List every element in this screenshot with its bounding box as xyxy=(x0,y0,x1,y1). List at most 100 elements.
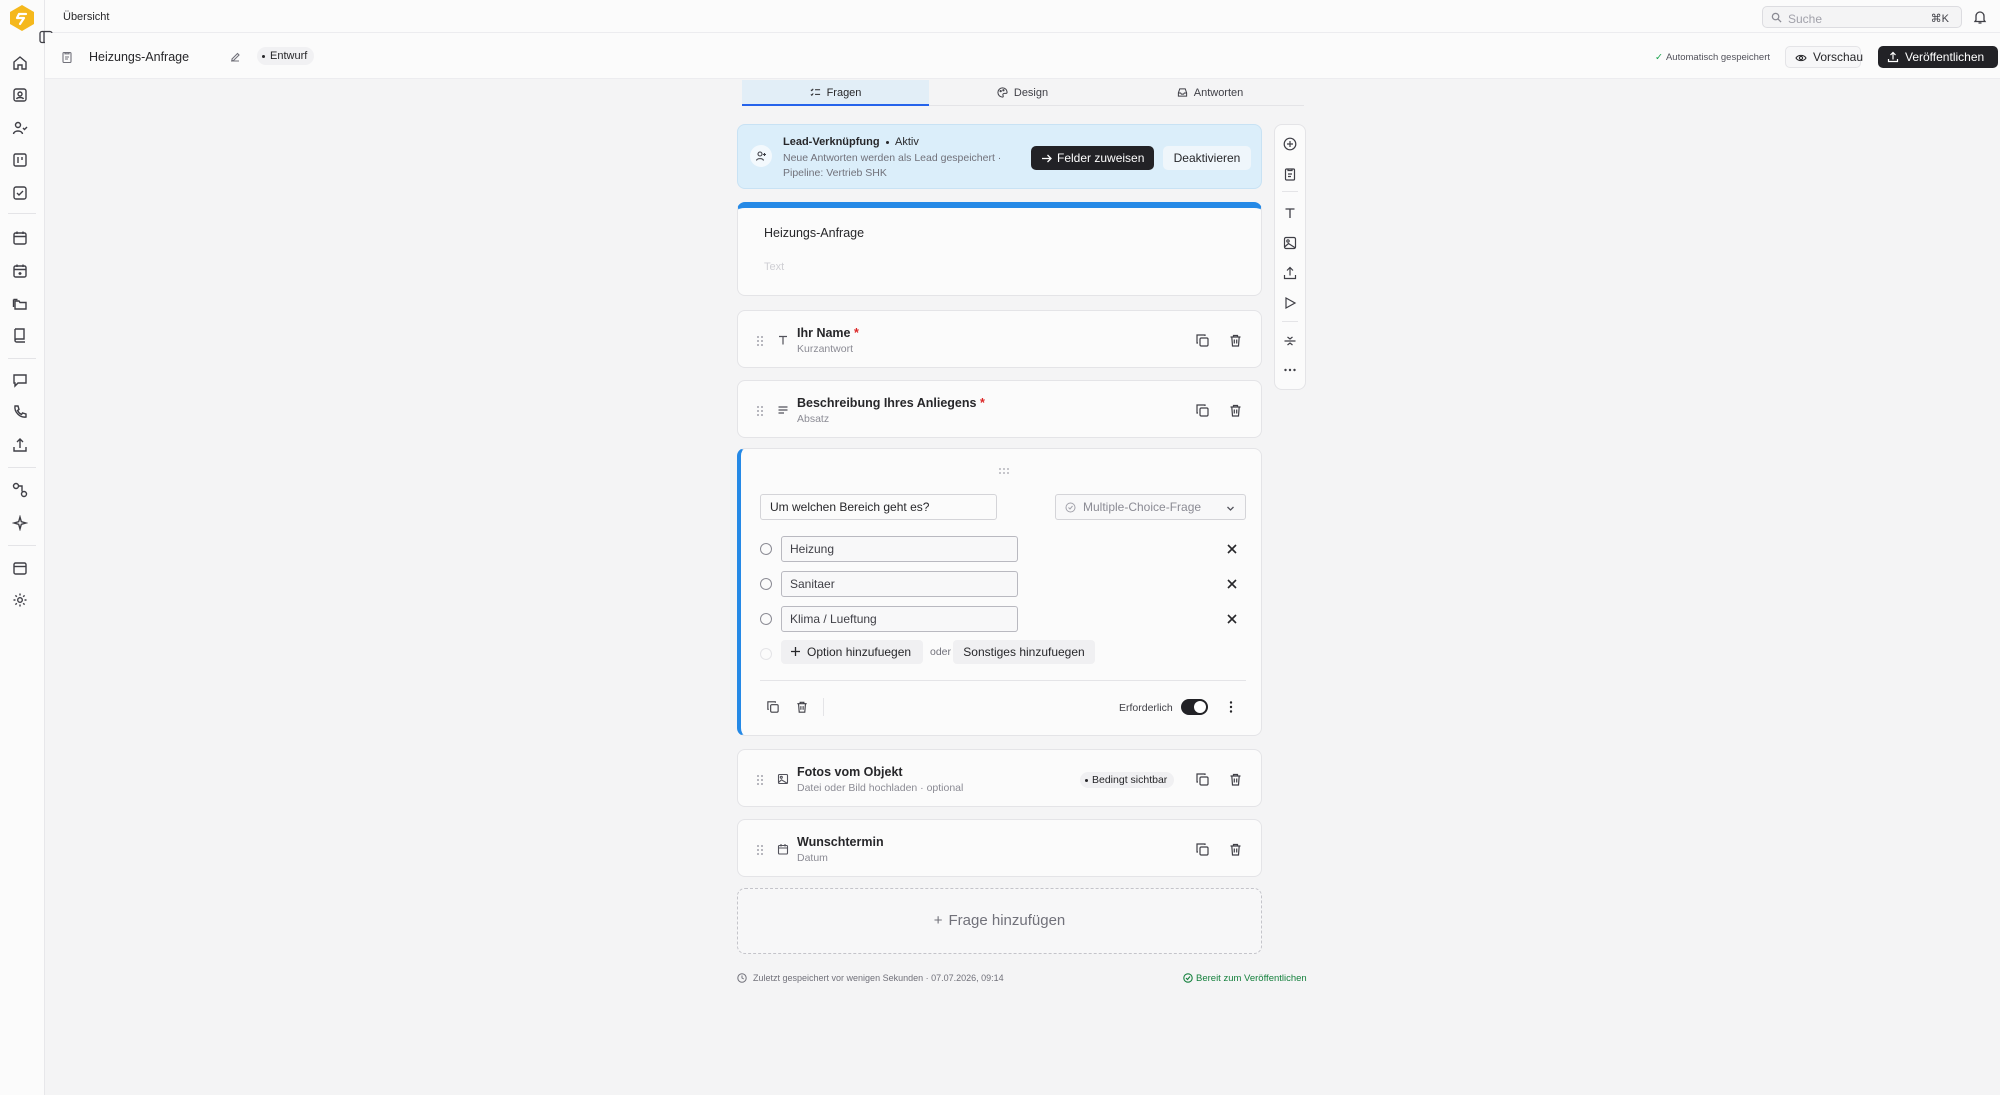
plus-icon xyxy=(790,646,801,657)
required-marker: * xyxy=(853,326,859,340)
sparkles-icon[interactable] xyxy=(12,515,28,531)
video-play-icon[interactable] xyxy=(1283,296,1297,310)
divider xyxy=(823,698,824,716)
trash-icon[interactable] xyxy=(1228,403,1243,418)
option-radio xyxy=(760,613,772,625)
plus-icon: + xyxy=(933,912,943,929)
image-icon[interactable] xyxy=(1283,236,1297,250)
deactivate-button[interactable]: Deaktivieren xyxy=(1163,146,1251,170)
assign-fields-button[interactable]: Felder zuweisen xyxy=(1031,146,1154,170)
tab-antworten[interactable]: Antworten xyxy=(1116,80,1304,106)
question-card[interactable]: Ihr Name * Kurzantwort xyxy=(737,310,1262,368)
form-card-title[interactable]: Heizungs-Anfrage xyxy=(764,226,864,240)
option-input[interactable] xyxy=(781,536,1018,562)
calendar-plus-icon[interactable] xyxy=(12,263,28,279)
copy-icon[interactable] xyxy=(1195,842,1210,857)
add-question-label: Frage hinzufügen xyxy=(948,912,1066,929)
tab-fragen[interactable]: Fragen xyxy=(742,80,929,106)
question-type-label: Datum xyxy=(797,852,828,864)
more-vertical-icon[interactable] xyxy=(1224,700,1238,714)
question-type-select[interactable]: Multiple-Choice-Frage xyxy=(1055,494,1246,520)
question-type-label: Datei oder Bild hochladen · optional xyxy=(797,782,964,794)
required-marker: * xyxy=(979,396,985,410)
option-input[interactable] xyxy=(781,606,1018,632)
remove-option-icon[interactable] xyxy=(1225,612,1239,626)
copy-icon[interactable] xyxy=(766,700,780,714)
question-title-input[interactable] xyxy=(760,494,997,520)
conditional-visibility-badge[interactable]: Bedingt sichtbar xyxy=(1080,772,1175,788)
drag-handle-icon[interactable] xyxy=(756,335,764,347)
preview-button[interactable]: Vorschau xyxy=(1785,46,1863,68)
chat-icon[interactable] xyxy=(12,372,28,388)
required-toggle[interactable] xyxy=(1181,699,1208,715)
question-title-text: Beschreibung Ihres Anliegens xyxy=(797,396,977,410)
top-bar: Übersicht xyxy=(45,0,2000,33)
board-icon[interactable] xyxy=(12,152,28,168)
calendar-icon[interactable] xyxy=(12,230,28,246)
section-divider-icon[interactable] xyxy=(1283,334,1297,348)
phone-icon[interactable] xyxy=(12,404,28,420)
question-card[interactable]: Fotos vom Objekt Datei oder Bild hochlad… xyxy=(737,749,1262,807)
more-horizontal-icon[interactable] xyxy=(1283,363,1297,377)
trash-icon[interactable] xyxy=(1228,333,1243,348)
remove-option-icon[interactable] xyxy=(1225,542,1239,556)
upload-icon[interactable] xyxy=(12,437,28,453)
required-label: Erforderlich xyxy=(1119,702,1173,714)
form-title-card[interactable]: Heizungs-Anfrage Text xyxy=(737,202,1262,296)
add-other-button[interactable]: Sonstiges hinzufuegen xyxy=(953,640,1095,664)
home-icon[interactable] xyxy=(12,55,28,71)
form-header: Heizungs-Anfrage Entwurf ✓ Automatisch ge… xyxy=(45,33,2000,79)
add-option-label: Option hinzufuegen xyxy=(807,645,912,659)
option-input[interactable] xyxy=(781,571,1018,597)
search-input[interactable]: Suche ⌘K xyxy=(1762,6,1962,28)
add-option-button[interactable]: Option hinzufuegen xyxy=(781,640,923,664)
trash-icon[interactable] xyxy=(1228,842,1243,857)
question-type-value: Multiple-Choice-Frage xyxy=(1083,500,1202,514)
folders-icon[interactable] xyxy=(12,296,28,312)
title-text-icon[interactable] xyxy=(1283,206,1297,220)
option-radio xyxy=(760,578,772,590)
arrow-right-icon xyxy=(1042,154,1052,163)
question-card[interactable]: Beschreibung Ihres Anliegens * Absatz xyxy=(737,380,1262,438)
toggle-knob xyxy=(1194,701,1206,713)
add-question-button[interactable]: + Frage hinzufügen xyxy=(737,888,1262,954)
lead-pipeline: Pipeline: Vertrieb SHK xyxy=(783,167,887,179)
edit-icon[interactable] xyxy=(229,51,241,63)
eye-icon xyxy=(1795,52,1807,64)
workflow-icon[interactable] xyxy=(12,482,28,498)
form-title[interactable]: Heizungs-Anfrage xyxy=(89,50,189,64)
copy-icon[interactable] xyxy=(1195,772,1210,787)
question-card[interactable]: Wunschtermin Datum xyxy=(737,819,1262,877)
settings-icon[interactable] xyxy=(12,592,28,608)
remove-option-icon[interactable] xyxy=(1225,577,1239,591)
file-upload-icon[interactable] xyxy=(1283,266,1297,280)
calendar-small-icon[interactable] xyxy=(12,560,28,576)
publish-button[interactable]: Veröffentlichen xyxy=(1878,46,1998,68)
divider xyxy=(760,680,1246,681)
import-questions-icon[interactable] xyxy=(1283,167,1297,181)
drag-handle-icon[interactable] xyxy=(756,774,764,786)
bell-icon[interactable] xyxy=(1972,9,1988,25)
form-card-description[interactable]: Text xyxy=(764,261,784,273)
trash-icon[interactable] xyxy=(795,700,809,714)
upload-icon xyxy=(1887,51,1899,63)
question-type-label: Kurzantwort xyxy=(797,343,854,355)
app-logo[interactable] xyxy=(8,4,36,32)
tasks-icon[interactable] xyxy=(12,185,28,201)
users-icon[interactable] xyxy=(12,120,28,136)
chevron-down-icon xyxy=(1226,504,1235,513)
contacts-icon[interactable] xyxy=(12,87,28,103)
copy-icon[interactable] xyxy=(1195,333,1210,348)
drag-handle-icon[interactable] xyxy=(998,467,1010,475)
trash-icon[interactable] xyxy=(1228,772,1243,787)
publish-ready-status: Bereit zum Veröffentlichen xyxy=(1183,973,1307,984)
copy-icon[interactable] xyxy=(1195,403,1210,418)
drag-handle-icon[interactable] xyxy=(756,405,764,417)
lead-title: Lead-Verknüpfung xyxy=(783,136,880,148)
breadcrumb[interactable]: Übersicht xyxy=(63,11,109,23)
drag-handle-icon[interactable] xyxy=(756,844,764,856)
book-icon[interactable] xyxy=(12,327,28,343)
search-shortcut: ⌘K xyxy=(1930,13,1949,25)
add-circle-icon[interactable] xyxy=(1283,137,1297,151)
tab-design[interactable]: Design xyxy=(929,80,1116,106)
